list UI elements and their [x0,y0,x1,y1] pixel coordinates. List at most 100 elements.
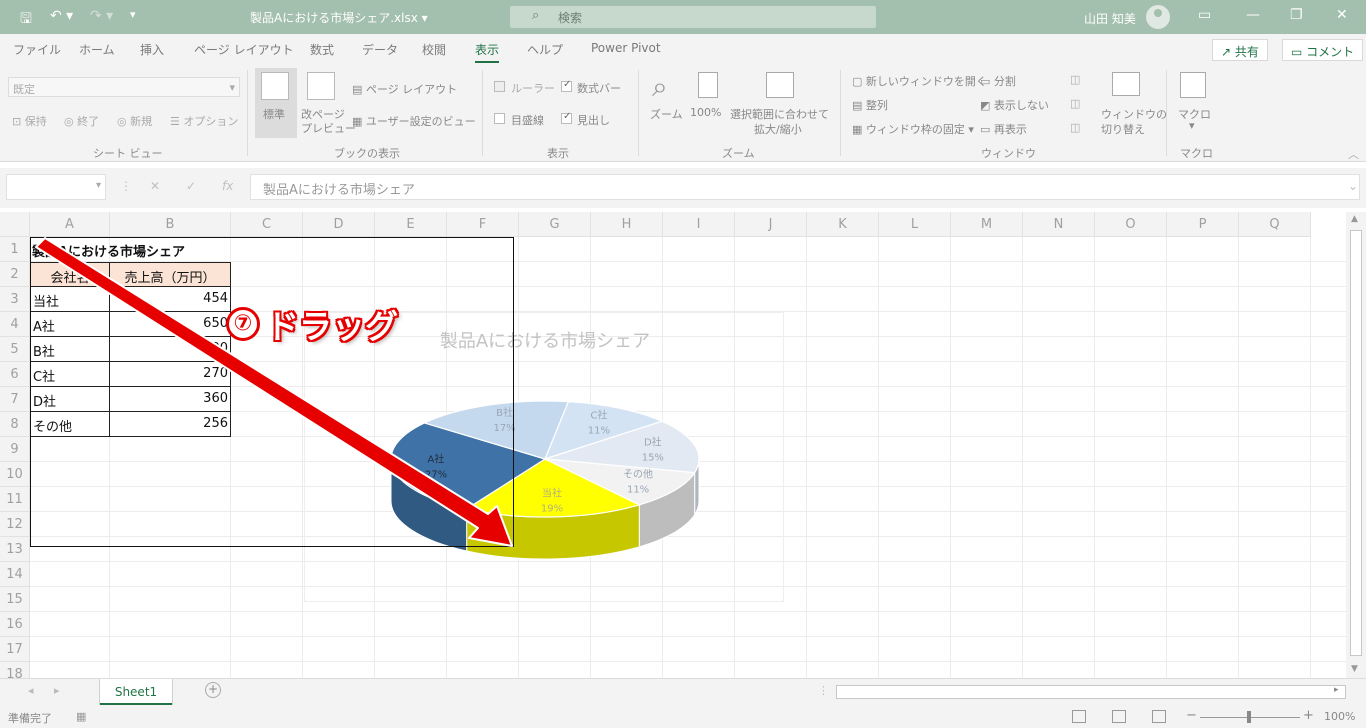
page-layout-button[interactable]: ▤ ページ レイアウト [352,81,457,97]
insert-function-icon[interactable]: fx [222,179,233,193]
avatar[interactable] [1146,5,1170,29]
sheet-view-dropdown[interactable]: 既定 ▾ [8,77,240,97]
row-header-17[interactable]: 17 [0,637,30,662]
cancel-icon[interactable]: ✕ [150,179,160,193]
zoom-in-icon[interactable]: + [1303,708,1314,723]
table-cell-sales[interactable]: 256 [110,412,231,437]
sheet-view-new-button[interactable]: ◎ 新規 [117,113,152,129]
select-all-corner[interactable] [0,212,30,237]
table-cell-company[interactable]: 当社 [30,287,110,312]
row-header-16[interactable]: 16 [0,612,30,637]
row-header-2[interactable]: 2 [0,262,30,287]
tab-help[interactable]: ヘルプ [527,41,563,58]
switch-windows-button[interactable]: ウィンドウの 切り替え [1096,70,1167,140]
scroll-thumb[interactable] [1350,230,1362,656]
column-header-j[interactable]: J [735,212,807,237]
table-cell-sales[interactable]: 360 [110,387,231,412]
column-header-e[interactable]: E [375,212,447,237]
column-header-b[interactable]: B [110,212,231,237]
search-input[interactable]: ⌕ 検索 [510,6,876,28]
zoom-percentage[interactable]: 100% [1324,710,1355,723]
minimize-icon[interactable]: — [1246,7,1260,23]
header-sales[interactable]: 売上高（万円） [110,262,231,287]
tab-formulas[interactable]: 数式 [310,41,334,58]
row-header-12[interactable]: 12 [0,512,30,537]
row-header-9[interactable]: 9 [0,437,30,462]
table-cell-company[interactable]: その他 [30,412,110,437]
customize-qat-icon[interactable]: ▾ [130,8,136,21]
column-header-k[interactable]: K [807,212,879,237]
table-cell-sales[interactable]: 270 [110,362,231,387]
prev-sheet-icon[interactable]: ◂ [28,684,34,697]
row-header-10[interactable]: 10 [0,462,30,487]
table-cell-sales[interactable]: 650 [110,312,231,337]
vertical-scrollbar[interactable]: ▲ ▼ [1346,212,1366,678]
redo-icon[interactable]: ↷ ▾ [90,8,113,24]
row-header-13[interactable]: 13 [0,537,30,562]
table-cell-company[interactable]: B社 [30,337,110,362]
row-header-5[interactable]: 5 [0,337,30,362]
header-company[interactable]: 会社名 [30,262,110,287]
zoom-100-button[interactable]: 100% [690,70,726,120]
zoom-out-icon[interactable]: − [1186,708,1197,723]
sheet-view-keep-button[interactable]: ⊡ 保持 [12,113,47,129]
table-title[interactable]: 製品Aにおける市場シェア [32,241,185,260]
zoom-button[interactable]: ⌕ ズーム [648,70,686,121]
column-header-l[interactable]: L [879,212,951,237]
formula-bar-checkbox[interactable]: ✓ [561,79,572,92]
column-header-f[interactable]: F [447,212,519,237]
enter-icon[interactable]: ✓ [186,179,196,193]
hide-button[interactable]: ◩ 表示しない [980,97,1049,113]
column-header-i[interactable]: I [663,212,735,237]
ribbon-display-options-icon[interactable]: ▭ [1198,7,1211,23]
column-header-n[interactable]: N [1023,212,1095,237]
scroll-right-icon[interactable]: ▸ [1334,685,1339,695]
expand-formula-bar-icon[interactable]: ⌄ [1348,179,1358,193]
sheet-view-options-button[interactable]: ☰ オプション [170,113,238,129]
tab-home[interactable]: ホーム [79,41,115,58]
split-button[interactable]: ▭ 分割 [980,73,1016,89]
scroll-up-icon[interactable]: ▲ [1351,214,1358,224]
restore-icon[interactable]: ❐ [1290,7,1303,23]
sheet-tab-sheet1[interactable]: Sheet1 [100,679,172,705]
tab-file[interactable]: ファイル [13,41,61,58]
row-header-1[interactable]: 1 [0,237,30,262]
tab-power-pivot[interactable]: Power Pivot [591,41,661,55]
column-header-o[interactable]: O [1095,212,1167,237]
row-header-7[interactable]: 7 [0,387,30,412]
view-side-by-side-icon[interactable]: ◫ [1070,73,1080,86]
accessibility-icon[interactable]: ▦ [76,710,86,723]
scroll-down-icon[interactable]: ▼ [1351,664,1358,674]
unhide-button[interactable]: ▭ 再表示 [980,121,1027,137]
undo-icon[interactable]: ↶ ▾ [50,8,73,24]
save-icon[interactable]: 🖫 [20,8,32,32]
column-header-q[interactable]: Q [1239,212,1311,237]
column-header-d[interactable]: D [303,212,375,237]
close-icon[interactable]: ✕ [1336,7,1348,23]
tab-split-handle-icon[interactable]: ⋮ [818,684,829,697]
ruler-checkbox[interactable] [494,81,505,92]
zoom-to-selection-button[interactable]: 選択範囲に合わせて 拡大/縮小 [730,70,832,136]
tab-insert[interactable]: 挿入 [140,41,164,58]
row-header-6[interactable]: 6 [0,362,30,387]
tab-view[interactable]: 表示 [475,41,500,63]
column-header-h[interactable]: H [591,212,663,237]
row-header-8[interactable]: 8 [0,412,30,437]
freeze-panes-button[interactable]: ▦ ウィンドウ枠の固定 ▾ [852,121,974,137]
page-break-preview-button[interactable]: 改ページ プレビュー [299,68,356,138]
gridlines-checkbox[interactable] [494,113,505,124]
horizontal-scrollbar[interactable] [836,685,1346,699]
name-box[interactable] [6,174,106,200]
normal-view-button[interactable]: 標準 [255,68,297,138]
row-header-15[interactable]: 15 [0,587,30,612]
macro-button[interactable]: マクロ ▾ [1174,70,1214,140]
column-header-a[interactable]: A [30,212,110,237]
custom-views-button[interactable]: ▦ ユーザー設定のビュー [352,113,476,129]
table-cell-sales[interactable]: 454 [110,287,231,312]
worksheet-grid[interactable]: ABCDEFGHIJKLMNOPQ 1 2 3 4 5 6 7 8 9 10 11 12 13 14 15 1… [0,212,1346,678]
add-sheet-icon[interactable]: + [205,682,221,698]
zoom-slider-thumb[interactable] [1247,711,1251,723]
pie-chart[interactable]: 当社 19% A社 27% B社 17% C社 11% D社 15% その他 11% 製品Aにおける市… [304,312,784,602]
user-name[interactable]: 山田 知美 [1084,10,1136,27]
row-header-3[interactable]: 3 [0,287,30,312]
